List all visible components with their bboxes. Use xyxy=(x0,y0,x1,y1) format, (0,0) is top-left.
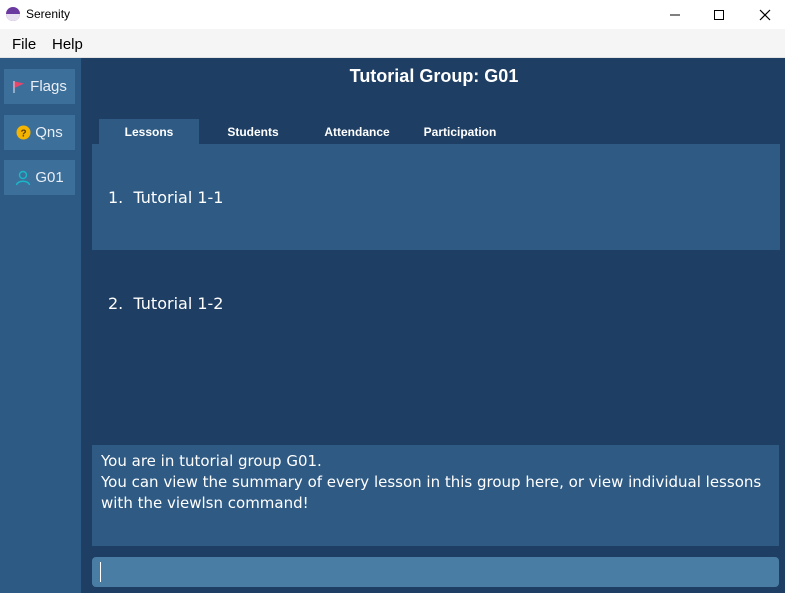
list-item[interactable]: 1. Tutorial 1-1 xyxy=(92,144,780,250)
lesson-name: Tutorial 1-1 xyxy=(133,188,224,207)
svg-text:?: ? xyxy=(21,129,27,140)
sidebar-item-g01[interactable]: G01 xyxy=(4,160,75,195)
minimize-icon xyxy=(670,14,680,15)
result-line-1: You are in tutorial group G01. xyxy=(101,452,322,470)
command-input[interactable] xyxy=(92,557,779,587)
text-caret xyxy=(100,562,101,582)
tab-participation[interactable]: Participation xyxy=(410,119,510,144)
sidebar: Flags ? Qns G01 xyxy=(0,58,83,593)
lesson-name: Tutorial 1-2 xyxy=(133,294,224,313)
close-button[interactable] xyxy=(742,0,785,29)
menu-file[interactable]: File xyxy=(12,36,36,53)
question-icon: ? xyxy=(16,125,31,140)
tab-students[interactable]: Students xyxy=(203,119,303,144)
page-title: Tutorial Group: G01 xyxy=(349,66,519,86)
app-body: Flags ? Qns G01 Tutorial Group: G01 Less… xyxy=(0,58,785,593)
tab-lessons[interactable]: Lessons xyxy=(99,119,199,144)
sidebar-item-label: G01 xyxy=(35,169,64,186)
lesson-index: 2. xyxy=(108,294,124,313)
person-icon xyxy=(15,170,31,186)
app-logo-icon xyxy=(5,6,21,22)
maximize-icon xyxy=(714,9,724,20)
sidebar-item-label: Flags xyxy=(30,78,67,95)
result-display: You are in tutorial group G01. You can v… xyxy=(92,445,779,546)
title-bar: Serenity xyxy=(0,0,785,29)
close-icon xyxy=(759,9,771,20)
menu-bar: File Help xyxy=(0,29,785,58)
sidebar-item-qns[interactable]: ? Qns xyxy=(4,115,75,150)
minimize-button[interactable] xyxy=(652,0,698,29)
tab-attendance[interactable]: Attendance xyxy=(307,119,407,144)
menu-help[interactable]: Help xyxy=(52,36,83,53)
window-title: Serenity xyxy=(26,7,71,21)
flag-icon xyxy=(12,80,26,94)
lesson-list: 1. Tutorial 1-1 2. Tutorial 1-2 xyxy=(92,144,780,444)
result-line-2: You can view the summary of every lesson… xyxy=(101,473,762,512)
maximize-button[interactable] xyxy=(696,0,742,29)
sidebar-item-flags[interactable]: Flags xyxy=(4,69,75,104)
list-item[interactable]: 2. Tutorial 1-2 xyxy=(92,250,780,356)
sidebar-item-label: Qns xyxy=(35,124,63,141)
lesson-index: 1. xyxy=(108,188,124,207)
